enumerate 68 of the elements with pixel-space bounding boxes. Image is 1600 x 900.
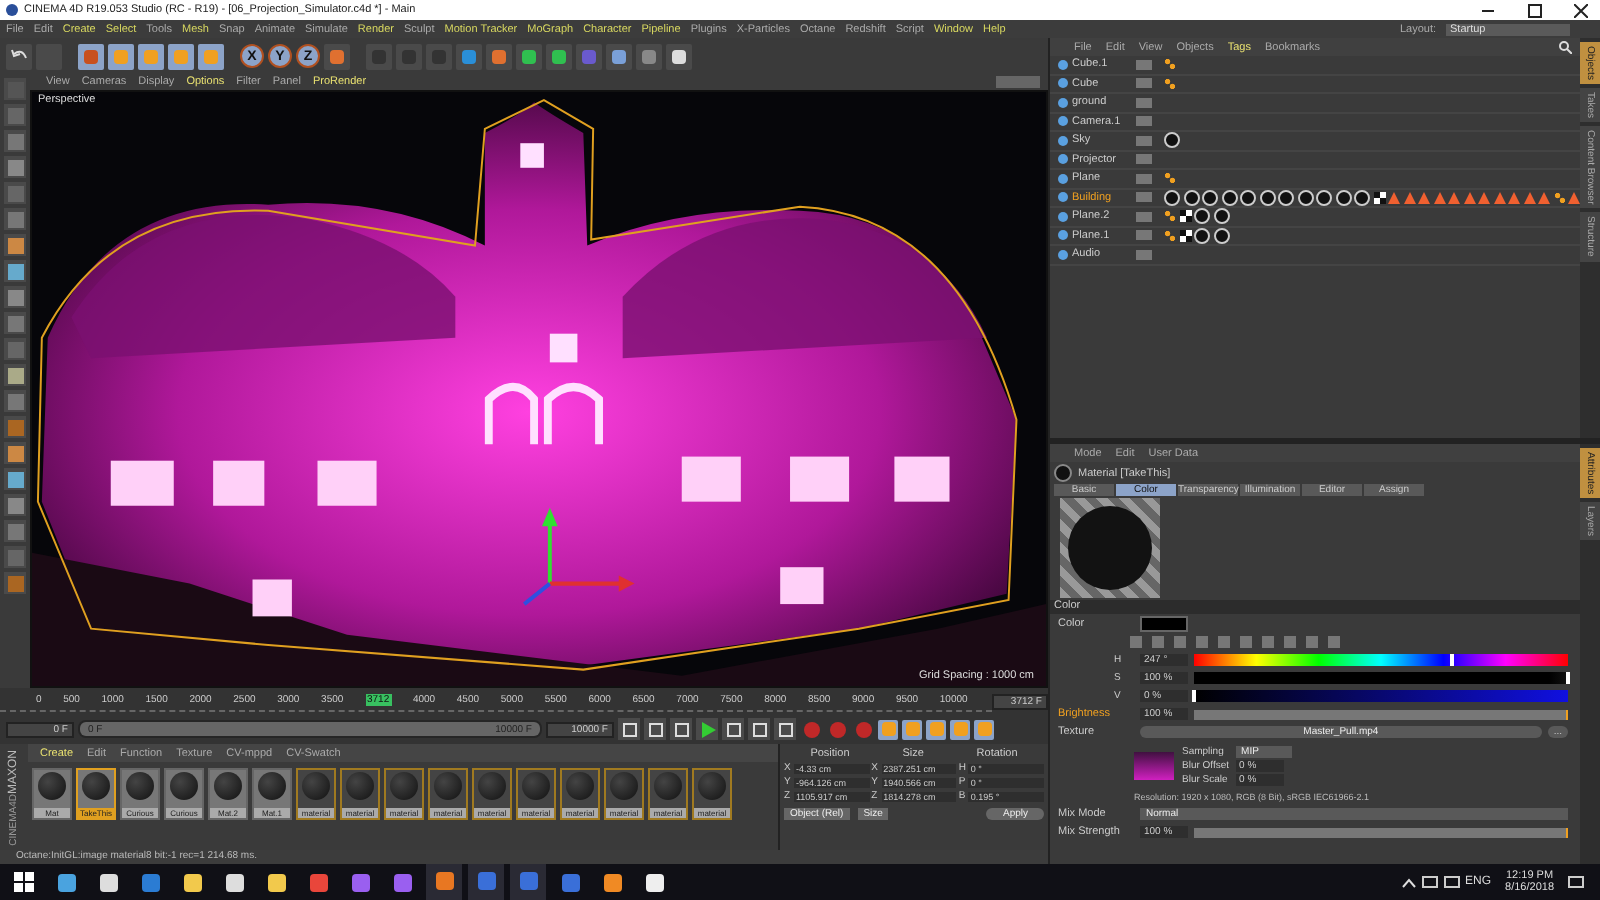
- material-sphere-icon: [610, 772, 638, 800]
- material-sphere-icon: [346, 772, 374, 800]
- brightness-slider-fill[interactable]: [1194, 709, 1568, 719]
- tool-icon[interactable]: [138, 43, 164, 69]
- toolbar-icon[interactable]: [606, 43, 632, 69]
- record-key-icon[interactable]: [826, 718, 848, 740]
- playback-control-icon[interactable]: [618, 718, 640, 740]
- mode-tool-icon[interactable]: [4, 390, 26, 412]
- material-sphere-icon: [1054, 464, 1072, 482]
- material-sphere-icon: [478, 772, 506, 800]
- material-sphere-icon: [214, 772, 242, 800]
- keyframe-mode-icon[interactable]: [878, 719, 898, 739]
- mode-tool-icon[interactable]: [4, 286, 26, 308]
- mode-tool-icon[interactable]: [4, 572, 26, 594]
- mode-tool-icon[interactable]: [4, 130, 26, 152]
- playback-control-icon[interactable]: [696, 718, 718, 740]
- playback-control-icon[interactable]: [722, 718, 744, 740]
- material-preview-icon: [1060, 498, 1160, 598]
- mode-tool-icon[interactable]: [4, 468, 26, 490]
- tool-icon[interactable]: [78, 43, 104, 69]
- color-swatch[interactable]: [1140, 616, 1188, 632]
- mode-tool-icon[interactable]: [4, 234, 26, 256]
- material-sphere-icon: [522, 772, 550, 800]
- playback-control-icon[interactable]: [670, 718, 692, 740]
- material-sphere-icon: [654, 772, 682, 800]
- mode-tool-icon[interactable]: [4, 260, 26, 282]
- material-sphere-icon: [126, 772, 154, 800]
- toolbar-icon[interactable]: [486, 43, 512, 69]
- mode-tool-icon[interactable]: [4, 364, 26, 386]
- mode-tool-icon[interactable]: [4, 442, 26, 464]
- tool-icon[interactable]: [168, 43, 194, 69]
- material-sphere-icon: [82, 772, 110, 800]
- toolbar-icon[interactable]: [546, 43, 572, 69]
- toolbar-icon[interactable]: [666, 43, 692, 69]
- mode-tool-icon[interactable]: [4, 156, 26, 178]
- material-sphere-icon: [258, 772, 286, 800]
- mode-tool-icon[interactable]: [4, 312, 26, 334]
- keyframe-mode-icon[interactable]: [950, 719, 970, 739]
- material-sphere-icon: [566, 772, 594, 800]
- material-sphere-icon: [302, 772, 330, 800]
- mode-tool-icon[interactable]: [4, 494, 26, 516]
- mode-tool-icon[interactable]: [4, 416, 26, 438]
- mix-strength-slider-fill[interactable]: [1194, 827, 1568, 837]
- material-sphere-icon: [434, 772, 462, 800]
- playback-control-icon[interactable]: [644, 718, 666, 740]
- keyframe-mode-icon[interactable]: [974, 719, 994, 739]
- tool-icon[interactable]: [198, 43, 224, 69]
- material-sphere-icon: [170, 772, 198, 800]
- undo-icon[interactable]: [6, 43, 32, 69]
- material-sphere-icon: [390, 772, 418, 800]
- keyframe-mode-icon[interactable]: [902, 719, 922, 739]
- chevron-up-icon[interactable]: [1401, 877, 1416, 887]
- material-sphere-icon: [698, 772, 726, 800]
- mode-tool-icon[interactable]: [4, 520, 26, 542]
- channel-slider-thumb[interactable]: [1450, 654, 1455, 666]
- object-tag-icon[interactable]: [1164, 132, 1180, 149]
- keyframe-mode-icon[interactable]: [926, 719, 946, 739]
- app-logo-icon: [6, 4, 18, 16]
- axis-gizmo-icon[interactable]: [522, 507, 635, 606]
- material-sphere-icon: [38, 772, 66, 800]
- search-icon[interactable]: [1558, 40, 1572, 54]
- video-thumbnail-placeholder: [1134, 752, 1174, 780]
- playback-control-icon[interactable]: [748, 718, 770, 740]
- coordinate-system-icon[interactable]: [324, 43, 350, 69]
- mode-tool-icon[interactable]: [4, 208, 26, 230]
- toolbar-icon[interactable]: [516, 43, 542, 69]
- tool-icon[interactable]: [108, 43, 134, 69]
- playback-control-icon[interactable]: [774, 718, 796, 740]
